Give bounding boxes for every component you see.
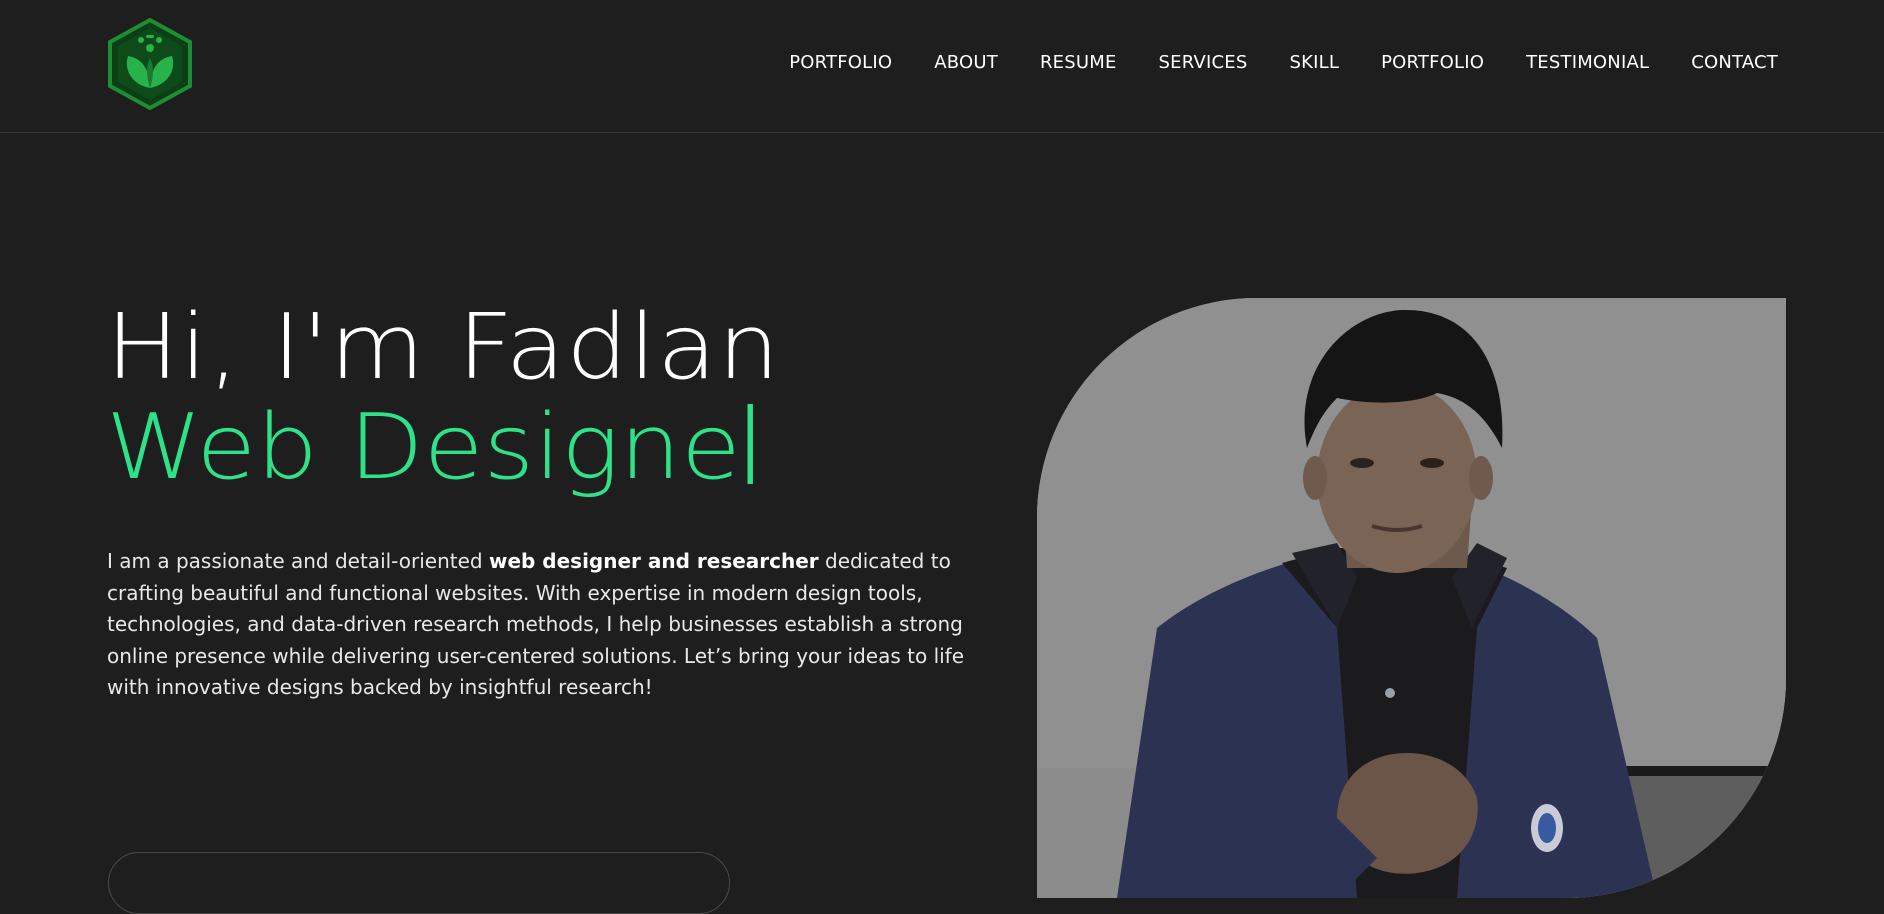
hero-bio: I am a passionate and detail-oriented we… — [107, 546, 1007, 704]
bio-text-start: I am a passionate and detail-oriented — [107, 549, 489, 573]
bio-highlight: web designer and researcher — [488, 549, 819, 573]
nav-portfolio[interactable]: PORTFOLIO — [789, 52, 892, 73]
typing-caret — [747, 404, 753, 484]
nav-testimonial[interactable]: TESTIMONIAL — [1526, 52, 1649, 73]
hero-role: Web Designe — [106, 398, 753, 498]
nav-skill[interactable]: SKILL — [1289, 52, 1339, 73]
profile-photo — [1037, 298, 1786, 898]
nav-contact[interactable]: CONTACT — [1691, 52, 1778, 73]
nav-services[interactable]: SERVICES — [1159, 52, 1248, 73]
nav-resume[interactable]: RESUME — [1040, 52, 1117, 73]
hero-role-text: Web Designe — [106, 395, 741, 500]
hero-cta-button[interactable] — [108, 852, 730, 914]
logo-icon[interactable] — [108, 17, 192, 111]
main-nav: PORTFOLIO ABOUT RESUME SERVICES SKILL PO… — [789, 52, 1778, 73]
hero-greeting: Hi, I'm Fadlan — [106, 295, 781, 400]
site-header: PORTFOLIO ABOUT RESUME SERVICES SKILL PO… — [0, 0, 1884, 133]
nav-about[interactable]: ABOUT — [934, 52, 998, 73]
nav-portfolio-2[interactable]: PORTFOLIO — [1381, 52, 1484, 73]
